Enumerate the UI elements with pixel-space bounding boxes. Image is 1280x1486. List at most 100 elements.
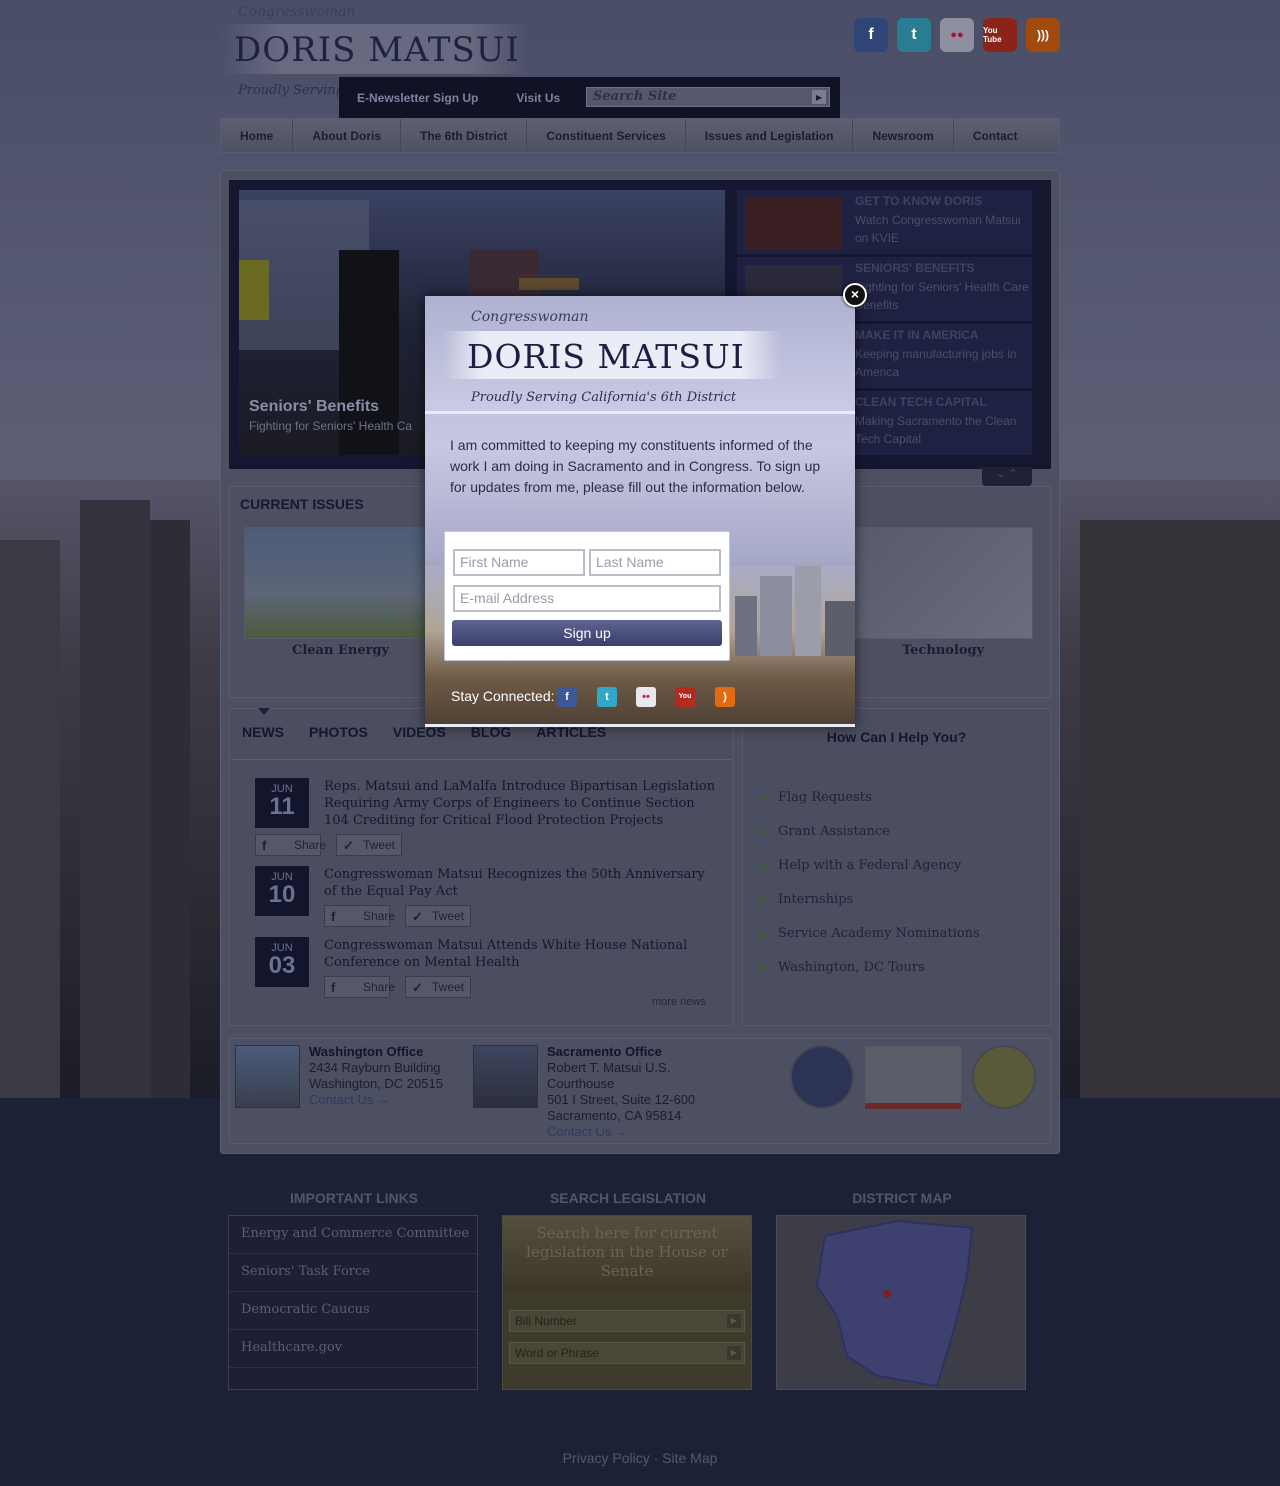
nav-about[interactable]: About Doris	[293, 119, 402, 152]
modal-congresswoman: Congresswoman	[471, 309, 589, 325]
modal-bottom-border	[425, 724, 855, 727]
search-placeholder: Search Site	[593, 89, 677, 104]
slide-subtitle: Fighting for Seniors' Health Ca	[249, 419, 413, 433]
date-badge: JUN 03	[255, 937, 309, 987]
social-icons: f t ●● You Tube )))	[854, 18, 1060, 52]
newsletter-link[interactable]: E-Newsletter Sign Up	[357, 91, 478, 105]
sacramento-office: Sacramento Office Robert T. Matsui U.S. …	[547, 1044, 695, 1140]
share-label: Share	[294, 838, 327, 852]
help-item[interactable]: Flag Requests	[757, 790, 980, 824]
issue-image-technology[interactable]	[845, 527, 1033, 639]
california-seal-icon[interactable]	[972, 1045, 1036, 1109]
privacy-policy-link[interactable]: Privacy Policy	[563, 1450, 650, 1466]
issue-image-clean-energy[interactable]	[244, 527, 434, 639]
tweet-button[interactable]: ✓ Tweet	[405, 976, 471, 998]
search-legislation-title: SEARCH LEGISLATION	[549, 1190, 707, 1206]
important-link[interactable]: Healthcare.gov	[229, 1330, 477, 1368]
flickr-icon[interactable]: ••	[636, 687, 656, 707]
modal-message: I am committed to keeping my constituent…	[450, 437, 821, 495]
youtube-icon[interactable]: You	[675, 687, 695, 707]
more-news-link[interactable]: more news	[652, 996, 706, 1008]
house-seal-icon[interactable]	[790, 1045, 854, 1109]
logo-name[interactable]: DORIS MATSUI	[220, 24, 530, 74]
office-address: 501 I Street, Suite 12-600	[547, 1092, 696, 1107]
news-headline[interactable]: Congresswoman Matsui Attends White House…	[324, 937, 719, 971]
tweet-label: Tweet	[432, 980, 465, 994]
help-list: Flag Requests Grant Assistance Help with…	[757, 790, 980, 994]
help-item[interactable]: Internships	[757, 892, 980, 926]
search-go-icon[interactable]: ▶	[727, 1314, 741, 1328]
search-input[interactable]: Search Site ▶	[586, 87, 830, 107]
facebook-icon[interactable]: f	[557, 687, 577, 707]
tweet-button[interactable]: ✓ Tweet	[336, 834, 402, 856]
tab-news[interactable]: NEWS	[242, 724, 284, 740]
help-item[interactable]: Service Academy Nominations	[757, 926, 980, 960]
youtube-icon[interactable]: You Tube	[983, 18, 1017, 52]
email-input[interactable]: E-mail Address	[453, 585, 721, 612]
tweet-label: Tweet	[363, 838, 396, 852]
thumb-title: CLEAN TECH CAPITAL	[855, 395, 987, 409]
search-go-icon[interactable]: ▶	[812, 90, 826, 104]
share-button[interactable]: f Share	[324, 976, 395, 998]
help-item[interactable]: Washington, DC Tours	[757, 960, 980, 994]
tab-photos[interactable]: PHOTOS	[309, 724, 368, 740]
signup-form: First Name Last Name E-mail Address Sign…	[444, 531, 730, 661]
nav-contact[interactable]: Contact	[954, 119, 1037, 152]
news-headline[interactable]: Congresswoman Matsui Recognizes the 50th…	[324, 866, 719, 900]
signup-button[interactable]: Sign up	[452, 620, 722, 646]
slide-title: Seniors' Benefits	[249, 398, 380, 415]
facebook-icon[interactable]: f	[854, 18, 888, 52]
nav-constituent-services[interactable]: Constituent Services	[527, 119, 686, 152]
rss-icon[interactable]: )))	[1026, 18, 1060, 52]
twitter-icon[interactable]: t	[597, 687, 617, 707]
word-phrase-field[interactable]: Word or Phrase ▶	[509, 1342, 745, 1364]
slider-thumb[interactable]: GET TO KNOW DORIS Watch Congresswoman Ma…	[737, 190, 1032, 254]
search-go-icon[interactable]: ▶	[727, 1346, 741, 1360]
nav-newsroom[interactable]: Newsroom	[853, 119, 954, 152]
help-item[interactable]: Help with a Federal Agency	[757, 858, 980, 892]
nav-home[interactable]: Home	[221, 119, 294, 152]
facebook-icon: f	[262, 838, 267, 853]
thumb-title: GET TO KNOW DORIS	[855, 194, 983, 208]
rss-icon[interactable]: )	[715, 687, 735, 707]
last-name-input[interactable]: Last Name	[589, 549, 721, 576]
contact-link[interactable]: Contact Us →	[309, 1092, 390, 1107]
california-flag-icon[interactable]	[865, 1046, 961, 1109]
facebook-icon: f	[331, 980, 336, 995]
site-map-link[interactable]: Site Map	[662, 1450, 717, 1466]
issue-label-clean-energy[interactable]: Clean Energy	[292, 643, 389, 658]
thumb-text: Watch Congresswoman Matsui on KVIE	[855, 213, 1021, 245]
important-link[interactable]: Seniors' Task Force	[229, 1254, 477, 1292]
tweet-button[interactable]: ✓ Tweet	[405, 905, 471, 927]
twitter-icon[interactable]: t	[897, 18, 931, 52]
flickr-icon[interactable]: ●●	[940, 18, 974, 52]
help-item[interactable]: Grant Assistance	[757, 824, 980, 858]
share-button[interactable]: f Share	[324, 905, 395, 927]
important-links-list: Energy and Commerce Committee Seniors' T…	[228, 1215, 478, 1390]
thumb-title: SENIORS' BENEFITS	[855, 261, 975, 275]
nav-district[interactable]: The 6th District	[401, 119, 528, 152]
courthouse-image	[473, 1045, 538, 1108]
twitter-icon: ✓	[412, 909, 423, 924]
bill-number-field[interactable]: Bill Number ▶	[509, 1310, 745, 1332]
date-badge: JUN 11	[255, 778, 309, 828]
date-day: 11	[269, 793, 295, 820]
visit-link[interactable]: Visit Us	[516, 91, 560, 105]
contact-link[interactable]: Contact Us →	[547, 1124, 628, 1139]
building	[80, 500, 150, 1100]
nav-issues[interactable]: Issues and Legislation	[686, 119, 854, 152]
share-button[interactable]: f Share	[255, 834, 326, 856]
news-headline[interactable]: Reps. Matsui and LaMalfa Introduce Bipar…	[324, 778, 719, 829]
bill-number-placeholder: Bill Number	[515, 1314, 578, 1328]
close-icon[interactable]: ×	[843, 283, 867, 307]
district-map[interactable]	[776, 1215, 1026, 1390]
issue-label-technology[interactable]: Technology	[902, 643, 984, 658]
slider-arrows[interactable]: ⌄ ⌃	[982, 467, 1032, 486]
tab-divider	[231, 759, 731, 760]
important-link[interactable]: Energy and Commerce Committee	[229, 1216, 477, 1254]
building	[1080, 520, 1280, 1100]
footer-separator: ·	[653, 1450, 659, 1466]
office-name: Sacramento Office	[547, 1044, 662, 1059]
important-link[interactable]: Democratic Caucus	[229, 1292, 477, 1330]
first-name-input[interactable]: First Name	[453, 549, 585, 576]
